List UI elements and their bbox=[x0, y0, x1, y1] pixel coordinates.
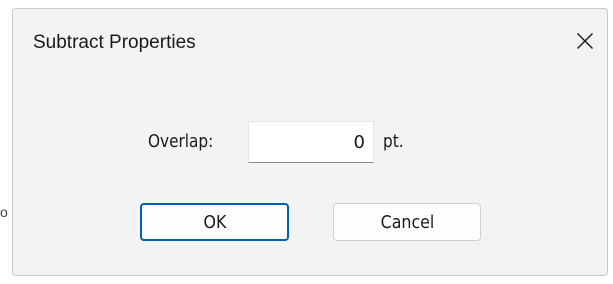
ok-button-label: OK bbox=[203, 211, 226, 233]
ok-button[interactable]: OK bbox=[140, 203, 289, 241]
overlap-label: Overlap: bbox=[148, 131, 214, 152]
overlap-input[interactable] bbox=[248, 121, 374, 163]
cancel-button-label: Cancel bbox=[380, 211, 434, 233]
close-button[interactable] bbox=[563, 19, 607, 63]
background-text-fragment: o bbox=[0, 204, 8, 220]
overlap-row: Overlap: pt. bbox=[13, 121, 607, 165]
cancel-button[interactable]: Cancel bbox=[333, 203, 481, 241]
dialog-buttons: OK Cancel bbox=[13, 203, 607, 243]
dialog-title: Subtract Properties bbox=[33, 32, 196, 53]
overlap-unit-label: pt. bbox=[383, 131, 404, 152]
subtract-properties-dialog: Subtract Properties Overlap: pt. OK Canc… bbox=[12, 8, 608, 276]
screen: o Subtract Properties Overlap: pt. OK bbox=[0, 0, 613, 284]
dialog-titlebar: Subtract Properties bbox=[13, 9, 607, 73]
close-icon bbox=[576, 32, 594, 50]
